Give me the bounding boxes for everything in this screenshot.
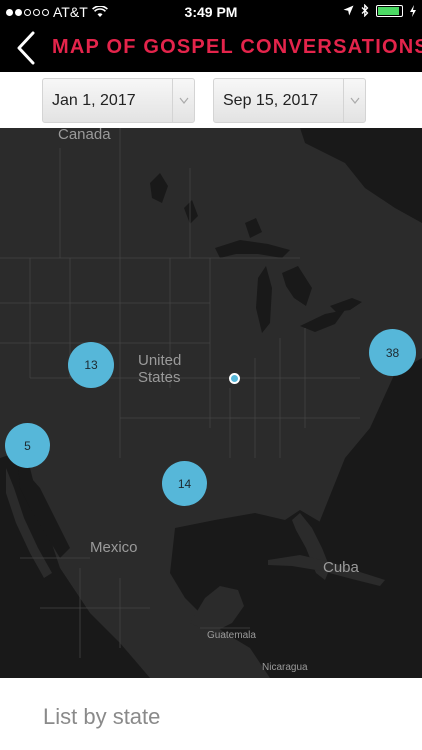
page-title: MAP OF GOSPEL CONVERSATIONS — [52, 36, 422, 58]
cluster-marker-northeast[interactable]: 38 — [369, 329, 416, 376]
list-section: List by state — [0, 678, 422, 750]
map-label-united-states: United States — [138, 352, 182, 386]
back-chevron-icon — [17, 31, 35, 65]
date-filter-bar: Jan 1, 2017 Sep 15, 2017 — [0, 72, 422, 128]
status-bar: AT&T 3:49 PM — [0, 0, 422, 24]
map-base-layer — [0, 128, 422, 678]
start-date-value: Jan 1, 2017 — [52, 92, 136, 109]
chevron-down-icon — [343, 79, 365, 122]
location-pin[interactable] — [229, 373, 240, 384]
status-right — [343, 4, 416, 17]
map-label-canada: Canada — [58, 128, 111, 143]
end-date-select[interactable]: Sep 15, 2017 — [213, 78, 366, 123]
list-by-state-heading[interactable]: List by state — [43, 704, 160, 730]
end-date-value: Sep 15, 2017 — [223, 92, 319, 109]
map-label-mexico: Mexico — [90, 539, 138, 556]
navigation-bar: MAP OF GOSPEL CONVERSATIONS — [0, 24, 422, 72]
battery-level — [378, 6, 399, 15]
bluetooth-icon — [361, 4, 369, 17]
chevron-down-icon — [172, 79, 194, 122]
map-label-cuba: Cuba — [323, 559, 359, 576]
charging-icon — [410, 4, 416, 17]
cluster-marker-texas[interactable]: 14 — [162, 461, 207, 506]
battery-icon — [376, 4, 403, 17]
cluster-marker-west[interactable]: 13 — [68, 342, 114, 388]
start-date-select[interactable]: Jan 1, 2017 — [42, 78, 195, 123]
cluster-marker-southwest[interactable]: 5 — [5, 423, 50, 468]
map-label-guatemala: Guatemala — [207, 630, 256, 641]
map-view[interactable]: Canada United States Mexico Cuba Guatema… — [0, 128, 422, 678]
map-label-nicaragua: Nicaragua — [262, 662, 308, 673]
location-arrow-icon — [343, 5, 354, 16]
back-button[interactable] — [8, 28, 44, 68]
